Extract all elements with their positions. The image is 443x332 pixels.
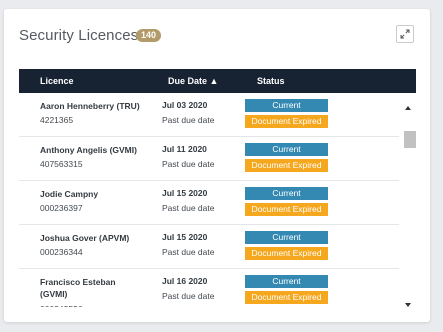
expand-arrows-icon <box>400 29 410 39</box>
table-row[interactable]: Aaron Henneberry (TRU) 4221365 Jul 03 20… <box>19 93 399 137</box>
due-note: Past due date <box>162 159 215 169</box>
scroll-down-arrow-icon[interactable] <box>405 303 411 307</box>
column-header-due-date[interactable]: Due Date ▲ <box>168 69 218 93</box>
scroll-up-arrow-icon[interactable] <box>405 106 411 110</box>
licence-number: 4221365 <box>40 115 74 125</box>
status-badge-expired: Document Expired <box>245 159 328 172</box>
due-date: Jul 03 2020 <box>162 100 208 110</box>
status-badge-current: Current <box>245 143 328 156</box>
expand-button[interactable] <box>396 25 414 43</box>
status-badge-expired: Document Expired <box>245 247 328 260</box>
due-date: Jul 11 2020 <box>162 144 207 154</box>
card-title: Security Licences <box>19 27 139 44</box>
licences-table: Licence Due Date ▲ Status Aaron Henneber… <box>19 69 416 307</box>
table-row[interactable]: Jodie Campny 000236397 Jul 15 2020 Past … <box>19 181 399 225</box>
status-badge-current: Current <box>245 99 328 112</box>
table-body: Aaron Henneberry (TRU) 4221365 Jul 03 20… <box>19 93 399 307</box>
table-row[interactable]: Joshua Gover (APVM) 000236344 Jul 15 202… <box>19 225 399 269</box>
licence-holder-name: Aaron Henneberry (TRU) <box>40 101 140 111</box>
status-badge-current: Current <box>245 275 328 288</box>
scrollbar-thumb[interactable] <box>404 131 416 148</box>
column-header-licence[interactable]: Licence <box>40 69 74 93</box>
vertical-scrollbar[interactable] <box>400 93 416 307</box>
due-note: Past due date <box>162 247 215 257</box>
status-badge-expired: Document Expired <box>245 291 328 304</box>
licence-number: 000236397 <box>40 203 83 213</box>
due-note: Past due date <box>162 203 215 213</box>
table-row[interactable]: Anthony Angelis (GVMI) 407563315 Jul 11 … <box>19 137 399 181</box>
status-badge-expired: Document Expired <box>245 203 328 216</box>
licence-holder-name: Francisco Esteban (GVMI) <box>40 277 116 299</box>
licence-number: 407563315 <box>40 159 83 169</box>
status-badge-expired: Document Expired <box>245 115 328 128</box>
due-date: Jul 15 2020 <box>162 232 208 242</box>
licence-holder-name: Jodie Campny <box>40 189 99 199</box>
licence-holder-name: Joshua Gover (APVM) <box>40 233 130 243</box>
licence-holder-name: Anthony Angelis (GVMI) <box>40 145 137 155</box>
status-badge-current: Current <box>245 187 328 200</box>
table-row[interactable]: Francisco Esteban (GVMI) 000242556 Jul 1… <box>19 269 399 307</box>
table-header: Licence Due Date ▲ Status <box>19 69 416 93</box>
due-note: Past due date <box>162 291 215 301</box>
status-badge-current: Current <box>245 231 328 244</box>
column-header-status[interactable]: Status <box>257 69 285 93</box>
licence-number: 000236344 <box>40 247 83 257</box>
due-date: Jul 16 2020 <box>162 276 208 286</box>
due-date: Jul 15 2020 <box>162 188 208 198</box>
licence-number: 000242556 <box>40 304 83 307</box>
due-note: Past due date <box>162 115 215 125</box>
security-licences-card: Security Licences 140 Licence Due Date ▲… <box>4 9 430 322</box>
count-badge: 140 <box>136 29 162 42</box>
